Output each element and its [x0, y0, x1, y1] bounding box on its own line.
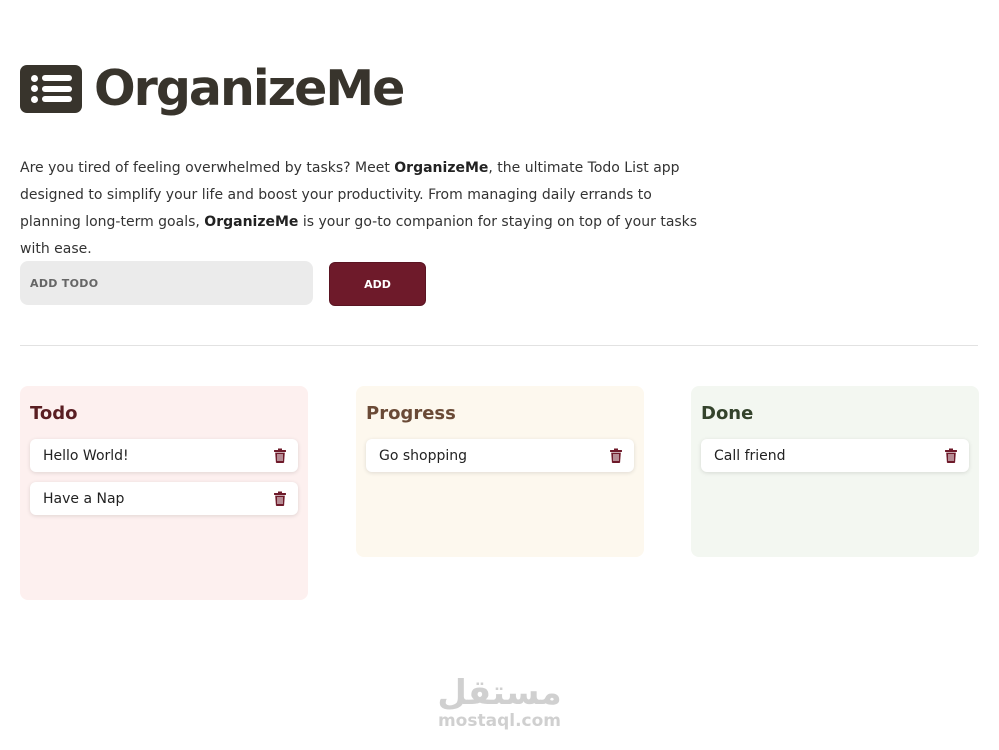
list-icon: [20, 64, 82, 113]
column-title-progress: Progress: [366, 403, 456, 424]
intro-part-1: Are you tired of feeling overwhelmed by …: [20, 160, 395, 176]
intro-text: Are you tired of feeling overwhelmed by …: [20, 155, 710, 263]
task-text: Have a Nap: [43, 490, 125, 507]
trash-icon[interactable]: [610, 448, 622, 463]
divider: [20, 345, 978, 346]
trash-icon[interactable]: [945, 448, 957, 463]
watermark-latin: mostaql.com: [437, 711, 562, 731]
column-progress: Progress Go shopping: [356, 386, 644, 557]
column-title-done: Done: [701, 403, 754, 424]
task-text: Go shopping: [379, 447, 468, 464]
intro-brand-1: OrganizeMe: [394, 160, 489, 176]
column-title-todo: Todo: [30, 403, 78, 424]
task-card[interactable]: Have a Nap: [30, 482, 298, 515]
task-card[interactable]: Go shopping: [366, 439, 634, 472]
trash-icon[interactable]: [274, 491, 286, 506]
trash-icon[interactable]: [274, 448, 286, 463]
column-done: Done Call friend: [691, 386, 979, 557]
column-todo: Todo Hello World! Have a Nap: [20, 386, 308, 600]
watermark: مستقل mostaql.com: [0, 675, 999, 731]
task-card[interactable]: Hello World!: [30, 439, 298, 472]
task-text: Call friend: [714, 447, 786, 464]
add-todo-input[interactable]: [20, 261, 313, 305]
add-button[interactable]: ADD: [329, 262, 426, 306]
task-card[interactable]: Call friend: [701, 439, 969, 472]
watermark-arabic: مستقل: [437, 673, 562, 713]
app-header: OrganizeMe: [20, 60, 405, 117]
task-text: Hello World!: [43, 447, 129, 464]
app-title: OrganizeMe: [94, 60, 405, 117]
intro-brand-2: OrganizeMe: [204, 214, 299, 230]
